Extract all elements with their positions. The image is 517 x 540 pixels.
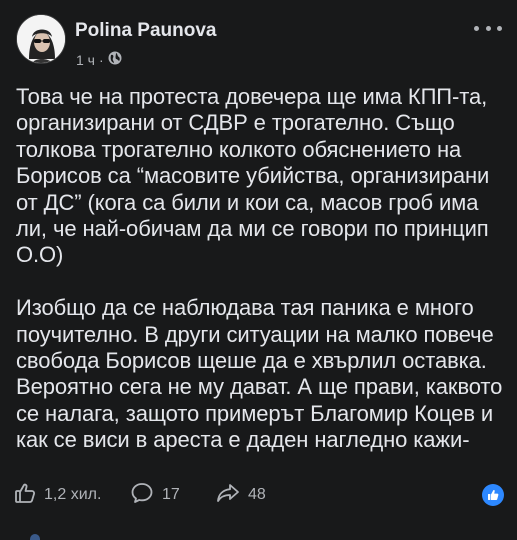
like-reaction-icon[interactable] (482, 484, 504, 506)
bottom-divider (0, 528, 517, 540)
share-button[interactable]: 48 (216, 482, 296, 509)
post-meta: 1 ч · (76, 51, 122, 68)
post-paragraph: Изобщо да се наблюдава тая паника е мног… (16, 295, 503, 460)
thumbs-up-icon (14, 482, 36, 509)
more-options-icon[interactable] (474, 18, 502, 38)
comment-button[interactable]: 17 (130, 482, 216, 509)
author-name[interactable]: Polina Paunova (75, 20, 216, 42)
like-count: 1,2 хил. (44, 486, 102, 503)
avatar[interactable] (16, 14, 66, 64)
share-icon (216, 482, 240, 509)
post-paragraph: Това че на протеста довечера ще има КПП-… (16, 84, 490, 268)
post-body: Това че на протеста довечера ще има КПП-… (16, 84, 506, 460)
post-time[interactable]: 1 ч (76, 52, 95, 68)
meta-separator: · (98, 51, 104, 68)
globe-icon (108, 51, 122, 68)
post-header: Polina Paunova 1 ч · (16, 14, 506, 74)
comment-count: 17 (162, 486, 180, 503)
like-button[interactable]: 1,2 хил. (14, 482, 130, 509)
share-count: 48 (248, 486, 266, 503)
partial-icon (30, 534, 40, 540)
comment-icon (130, 482, 154, 509)
action-bar: 1,2 хил. 17 48 (14, 482, 504, 508)
